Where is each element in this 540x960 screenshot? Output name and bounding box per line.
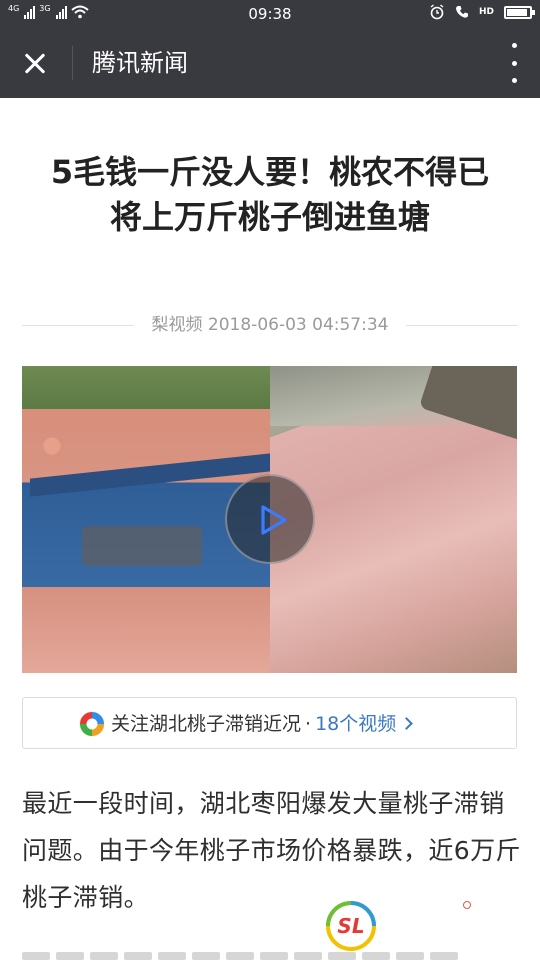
related-separator: · xyxy=(305,713,312,735)
decorative-dot xyxy=(463,901,471,909)
article-datetime: 2018-06-03 04:57:34 xyxy=(207,315,389,335)
meta-divider-right xyxy=(406,325,518,326)
battery-icon xyxy=(504,5,535,19)
close-icon[interactable] xyxy=(12,40,58,86)
more-vertical-icon[interactable] xyxy=(510,43,518,83)
nav-title: 腾讯新闻 xyxy=(92,49,188,77)
truck-rust xyxy=(82,526,202,566)
watermark-logo: SL xyxy=(326,901,376,951)
article-source[interactable]: 梨视频 xyxy=(152,315,203,335)
related-text: 关注湖北桃子滞销近况 · 18个视频 xyxy=(111,710,414,738)
related-count[interactable]: 18个视频 xyxy=(315,713,396,735)
rock xyxy=(418,366,517,442)
nav-bar: 腾讯新闻 xyxy=(0,28,540,98)
phone-icon xyxy=(455,6,468,18)
next-paragraph-partial xyxy=(22,942,522,960)
article-meta: 梨视频 2018-06-03 04:57:34 xyxy=(22,313,518,337)
related-videos-link[interactable]: 关注湖北桃子滞销近况 · 18个视频 xyxy=(22,697,517,749)
related-label: 关注湖北桃子滞销近况 xyxy=(111,713,302,735)
nav-divider xyxy=(72,46,73,80)
play-icon[interactable] xyxy=(225,474,315,564)
article-title: 5毛钱一斤没人要！桃农不得已将上万斤桃子倒进鱼塘 xyxy=(50,153,490,236)
alarm-icon xyxy=(430,4,444,20)
status-right-icons: HD xyxy=(429,4,535,20)
tencent-news-logo-icon xyxy=(79,711,105,737)
hd-indicator: HD xyxy=(478,7,494,17)
chevron-right-icon xyxy=(400,717,414,730)
article-paragraph: 最近一段时间，湖北枣阳爆发大量桃子滞销问题。由于今年桃子市场价格暴跌，近6万斤桃… xyxy=(22,789,521,912)
battery-level xyxy=(507,8,527,16)
video-player[interactable] xyxy=(22,366,517,673)
status-bar: 4G 3G 09:38 HD xyxy=(0,0,540,28)
watermark-text: SL xyxy=(337,914,364,938)
